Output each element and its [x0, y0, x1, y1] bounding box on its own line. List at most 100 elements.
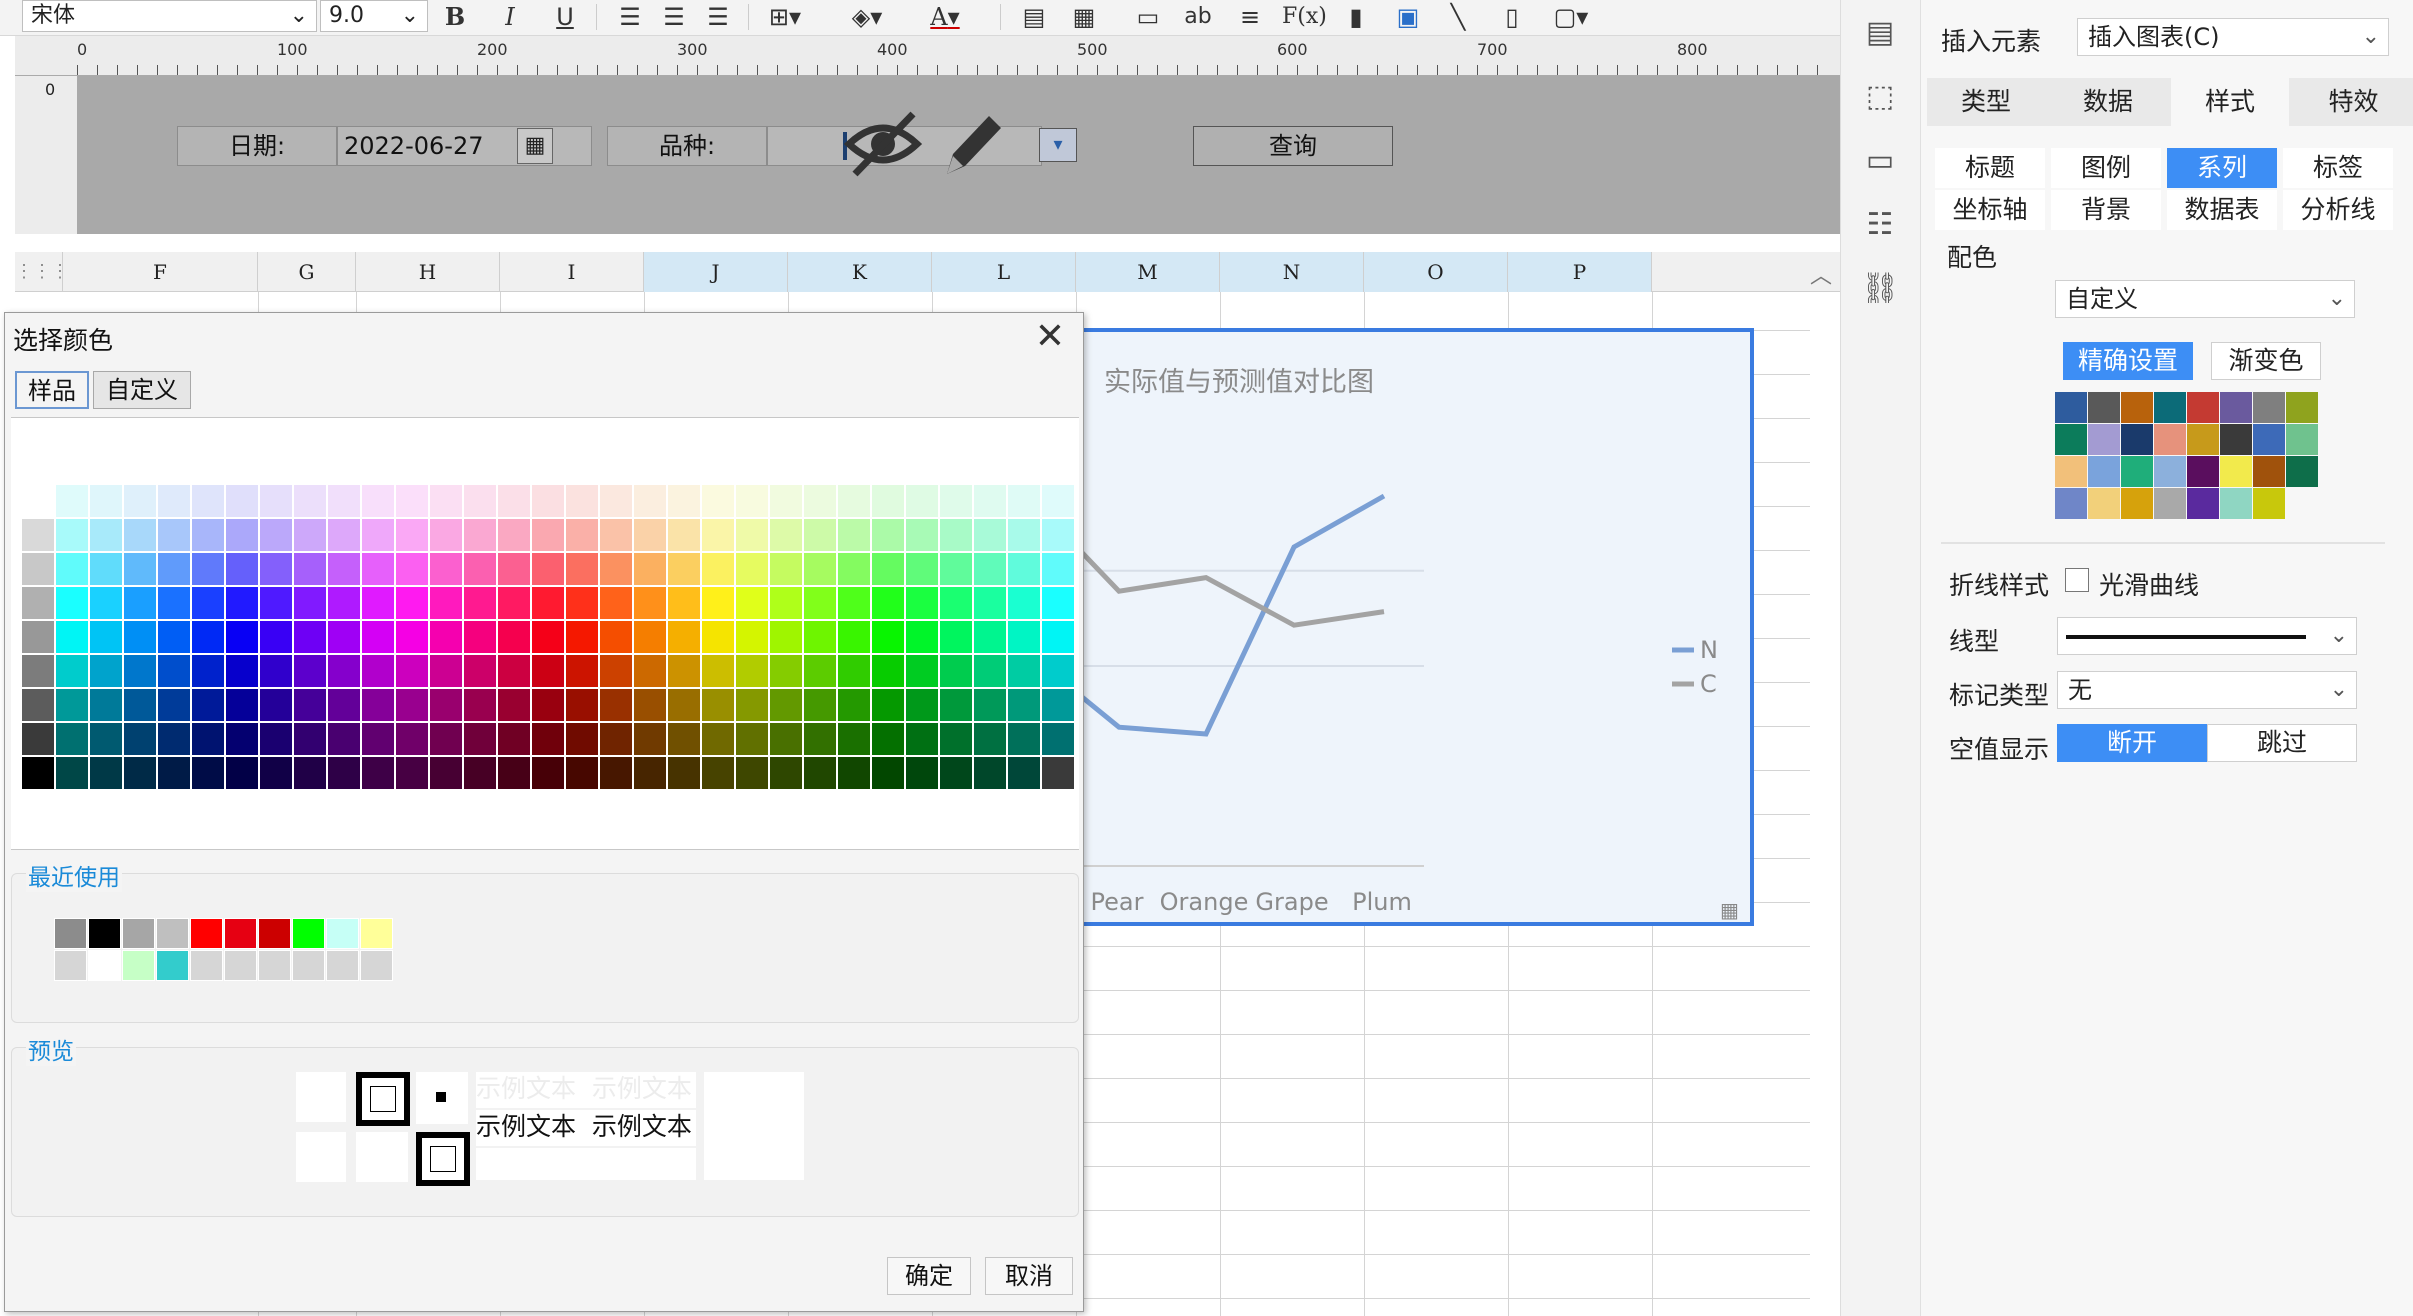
color-swatch[interactable]: [1041, 552, 1075, 586]
color-swatch[interactable]: [327, 484, 361, 518]
color-swatch[interactable]: [1007, 654, 1041, 688]
color-swatch[interactable]: [599, 620, 633, 654]
palette-swatch[interactable]: [2220, 488, 2252, 519]
subtab-axis[interactable]: 坐标轴: [1935, 190, 2045, 230]
fill-color-icon[interactable]: ◈▾: [842, 2, 892, 32]
color-swatch[interactable]: [123, 722, 157, 756]
color-swatch[interactable]: [531, 688, 565, 722]
color-swatch[interactable]: [395, 722, 429, 756]
color-swatch[interactable]: [769, 722, 803, 756]
recent-color-swatch[interactable]: [54, 918, 87, 949]
color-swatch[interactable]: [395, 484, 429, 518]
column-header[interactable]: O: [1364, 252, 1508, 292]
eye-off-icon[interactable]: [843, 104, 923, 184]
color-swatch[interactable]: [395, 518, 429, 552]
palette-swatch[interactable]: [2253, 488, 2285, 519]
recent-color-swatch[interactable]: [258, 918, 291, 949]
null-skip-button[interactable]: 跳过: [2207, 724, 2357, 762]
color-swatch[interactable]: [259, 756, 293, 790]
color-swatch[interactable]: [633, 552, 667, 586]
color-swatch[interactable]: [123, 620, 157, 654]
color-swatch[interactable]: [157, 654, 191, 688]
color-swatch[interactable]: [939, 552, 973, 586]
color-swatch[interactable]: [429, 552, 463, 586]
color-swatch[interactable]: [191, 552, 225, 586]
color-swatch[interactable]: [1007, 756, 1041, 790]
color-swatch[interactable]: [463, 518, 497, 552]
chart-container[interactable]: 实际值与预测值对比图 Pear Orange Grape Plum N C ▦: [1070, 328, 1754, 926]
recent-color-swatch[interactable]: [224, 950, 257, 981]
color-swatch[interactable]: [293, 552, 327, 586]
subtab-legend[interactable]: 图例: [2051, 148, 2161, 188]
color-swatch[interactable]: [497, 484, 531, 518]
color-swatch[interactable]: [1007, 552, 1041, 586]
color-swatch[interactable]: [327, 688, 361, 722]
underline-icon[interactable]: U: [550, 2, 580, 32]
color-swatch[interactable]: [633, 722, 667, 756]
color-swatch[interactable]: [361, 654, 395, 688]
series-line-N[interactable]: [1074, 493, 1386, 737]
color-swatch[interactable]: [89, 518, 123, 552]
color-swatch[interactable]: [769, 756, 803, 790]
color-swatch[interactable]: [327, 586, 361, 620]
color-swatch[interactable]: [157, 586, 191, 620]
color-swatch[interactable]: [565, 654, 599, 688]
subtab-series[interactable]: 系列: [2167, 148, 2277, 188]
color-swatch[interactable]: [939, 756, 973, 790]
color-swatch[interactable]: [973, 756, 1007, 790]
color-swatch[interactable]: [21, 688, 55, 722]
color-swatch[interactable]: [1007, 518, 1041, 552]
color-swatch[interactable]: [293, 484, 327, 518]
palette-swatch[interactable]: [2121, 488, 2153, 519]
color-swatch[interactable]: [701, 654, 735, 688]
column-header[interactable]: M: [1076, 252, 1220, 292]
color-swatch[interactable]: [123, 552, 157, 586]
color-swatch[interactable]: [1041, 586, 1075, 620]
palette-swatch[interactable]: [2055, 456, 2087, 487]
color-swatch[interactable]: [1041, 688, 1075, 722]
recent-color-swatch[interactable]: [258, 950, 291, 981]
color-swatch[interactable]: [293, 688, 327, 722]
color-swatch[interactable]: [191, 484, 225, 518]
border-icon[interactable]: ⊞▾: [760, 2, 810, 32]
image-icon[interactable]: ▣: [1390, 2, 1426, 32]
color-swatch[interactable]: [531, 586, 565, 620]
color-swatch[interactable]: [293, 620, 327, 654]
color-swatch[interactable]: [735, 518, 769, 552]
color-swatch[interactable]: [769, 654, 803, 688]
color-swatch[interactable]: [905, 654, 939, 688]
color-swatch[interactable]: [565, 518, 599, 552]
color-swatch[interactable]: [225, 688, 259, 722]
color-swatch[interactable]: [497, 518, 531, 552]
smooth-curve-checkbox[interactable]: [2065, 568, 2089, 592]
color-swatch[interactable]: [1007, 688, 1041, 722]
palette-swatch[interactable]: [2187, 424, 2219, 455]
color-swatch[interactable]: [871, 586, 905, 620]
color-swatch[interactable]: [55, 620, 89, 654]
color-swatch[interactable]: [429, 654, 463, 688]
color-swatch[interactable]: [599, 484, 633, 518]
color-swatch[interactable]: [395, 688, 429, 722]
close-icon[interactable]: ✕: [1035, 315, 1065, 359]
recent-color-swatch[interactable]: [360, 950, 393, 981]
chart-resize-icon[interactable]: ▦: [1720, 898, 1744, 922]
color-swatch[interactable]: [701, 518, 735, 552]
recent-color-swatch[interactable]: [360, 918, 393, 949]
color-swatch[interactable]: [667, 756, 701, 790]
palette-swatch[interactable]: [2253, 392, 2285, 423]
color-swatch[interactable]: [21, 586, 55, 620]
color-swatch[interactable]: [837, 518, 871, 552]
line-type-select[interactable]: ⌄: [2057, 617, 2357, 655]
color-swatch[interactable]: [837, 484, 871, 518]
color-swatch[interactable]: [327, 552, 361, 586]
color-swatch[interactable]: [633, 688, 667, 722]
color-swatch[interactable]: [769, 688, 803, 722]
query-button[interactable]: 查询: [1193, 126, 1393, 166]
color-swatch[interactable]: [429, 518, 463, 552]
color-swatch[interactable]: [939, 688, 973, 722]
cancel-button[interactable]: 取消: [985, 1257, 1073, 1295]
color-swatch[interactable]: [1041, 518, 1075, 552]
color-swatch[interactable]: [837, 688, 871, 722]
color-swatch[interactable]: [497, 552, 531, 586]
palette-swatch[interactable]: [2187, 456, 2219, 487]
